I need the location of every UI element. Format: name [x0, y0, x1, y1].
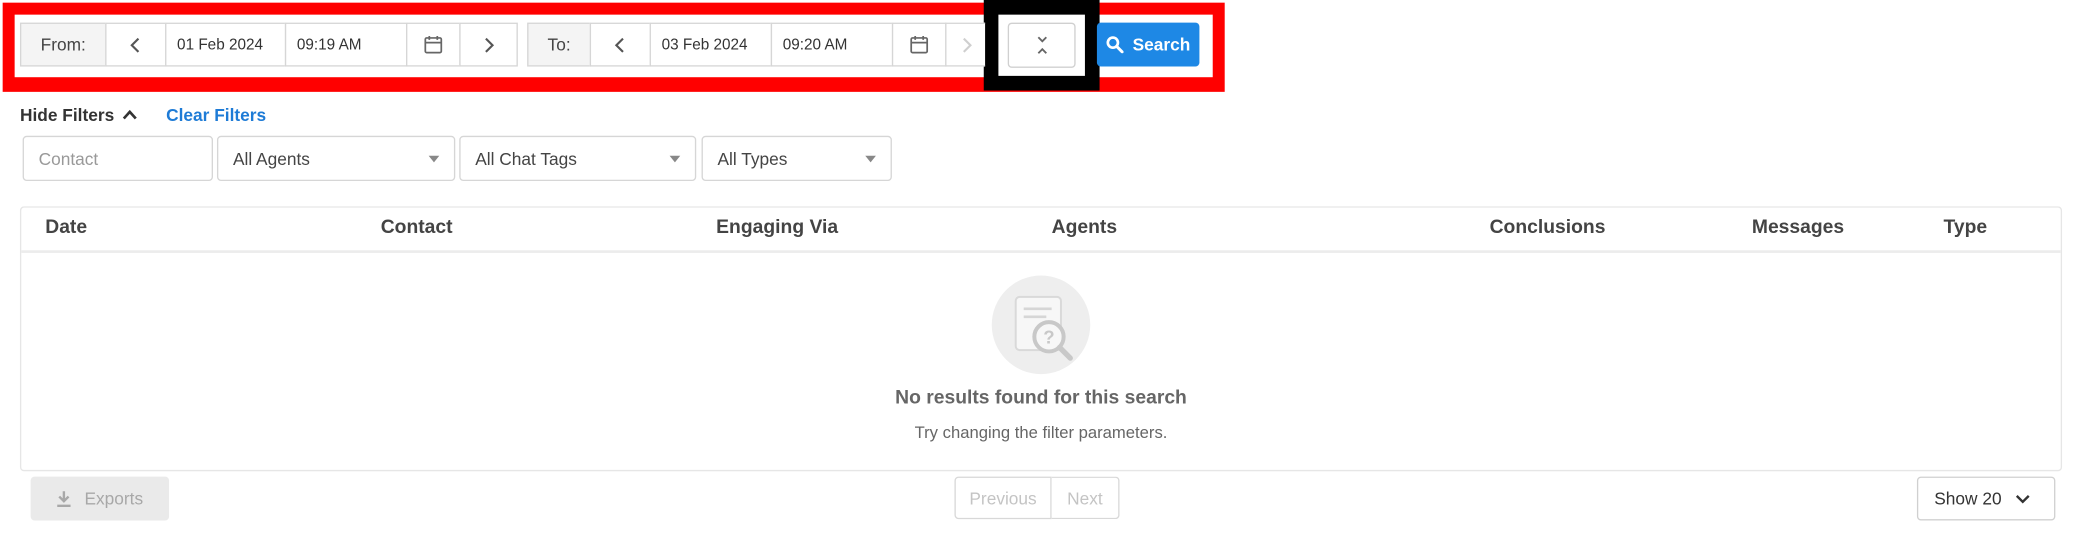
types-filter-value: All Types — [717, 148, 788, 169]
to-calendar-button[interactable] — [891, 22, 947, 67]
hide-filters-label: Hide Filters — [19, 104, 115, 125]
no-results-icon: ? — [991, 275, 1091, 375]
column-header-messages[interactable]: Messages — [1752, 217, 1844, 238]
chevron-right-icon — [962, 37, 972, 53]
column-header-contact[interactable]: Contact — [381, 217, 453, 238]
collapse-icon — [1037, 36, 1047, 54]
chevron-down-icon — [2015, 494, 2030, 503]
hide-filters-toggle[interactable]: Hide Filters — [20, 104, 137, 124]
svg-text:?: ? — [1043, 326, 1054, 347]
chevron-up-icon — [122, 109, 137, 120]
caret-down-icon — [428, 155, 440, 162]
from-calendar-button[interactable] — [406, 22, 461, 67]
search-icon — [1106, 36, 1124, 54]
chat-history-page: From: 01 Feb 2024 09:19 AM To: 03 Feb 20… — [0, 0, 2078, 530]
to-time-input[interactable]: 09:20 AM — [770, 22, 894, 67]
to-prev-button[interactable] — [589, 22, 651, 67]
from-prev-button[interactable] — [105, 22, 167, 67]
from-label: From: — [19, 22, 107, 67]
clear-filters-link[interactable]: Clear Filters — [166, 104, 266, 124]
previous-page-button[interactable]: Previous — [954, 476, 1052, 520]
calendar-icon — [910, 35, 929, 54]
column-header-date[interactable]: Date — [45, 217, 87, 238]
search-button[interactable]: Search — [1096, 22, 1200, 67]
filter-links: Hide Filters Clear Filters — [20, 101, 266, 128]
pagination: Previous Next — [954, 476, 1120, 520]
column-header-conclusions[interactable]: Conclusions — [1490, 217, 1606, 238]
column-header-engaging-via[interactable]: Engaging Via — [716, 217, 838, 238]
chevron-left-icon — [614, 37, 624, 53]
exports-button[interactable]: Exports — [30, 476, 170, 521]
to-label: To: — [527, 22, 592, 67]
contact-filter-input[interactable]: Contact — [22, 135, 213, 182]
table-header: Date Contact Engaging Via Agents Conclus… — [21, 208, 2061, 253]
types-filter-select[interactable]: All Types — [701, 135, 892, 182]
chevron-left-icon — [130, 37, 140, 53]
exports-label: Exports — [84, 488, 144, 509]
chat-tags-filter-select[interactable]: All Chat Tags — [459, 135, 697, 182]
from-time-input[interactable]: 09:19 AM — [284, 22, 408, 67]
caret-down-icon — [669, 155, 681, 162]
agents-filter-value: All Agents — [232, 148, 310, 169]
agents-filter-select[interactable]: All Agents — [216, 135, 456, 182]
search-label: Search — [1132, 34, 1191, 55]
from-next-button[interactable] — [459, 22, 518, 67]
to-next-button[interactable] — [945, 22, 986, 67]
column-header-type[interactable]: Type — [1944, 217, 1988, 238]
empty-state-title: No results found for this search — [895, 387, 1187, 409]
chat-tags-filter-value: All Chat Tags — [475, 148, 577, 169]
calendar-icon — [424, 35, 443, 54]
next-page-button[interactable]: Next — [1051, 476, 1120, 520]
empty-state-subtitle: Try changing the filter parameters. — [914, 423, 1168, 442]
from-date-input[interactable]: 01 Feb 2024 — [165, 22, 287, 67]
download-icon — [57, 491, 72, 508]
column-header-agents[interactable]: Agents — [1052, 217, 1117, 238]
to-date-input[interactable]: 03 Feb 2024 — [649, 22, 773, 67]
page-size-value: Show 20 — [1934, 488, 2002, 509]
caret-down-icon — [865, 155, 876, 162]
collapse-expand-button[interactable] — [1007, 22, 1076, 68]
chevron-right-icon — [485, 37, 495, 53]
page-size-select[interactable]: Show 20 — [1916, 476, 2056, 521]
